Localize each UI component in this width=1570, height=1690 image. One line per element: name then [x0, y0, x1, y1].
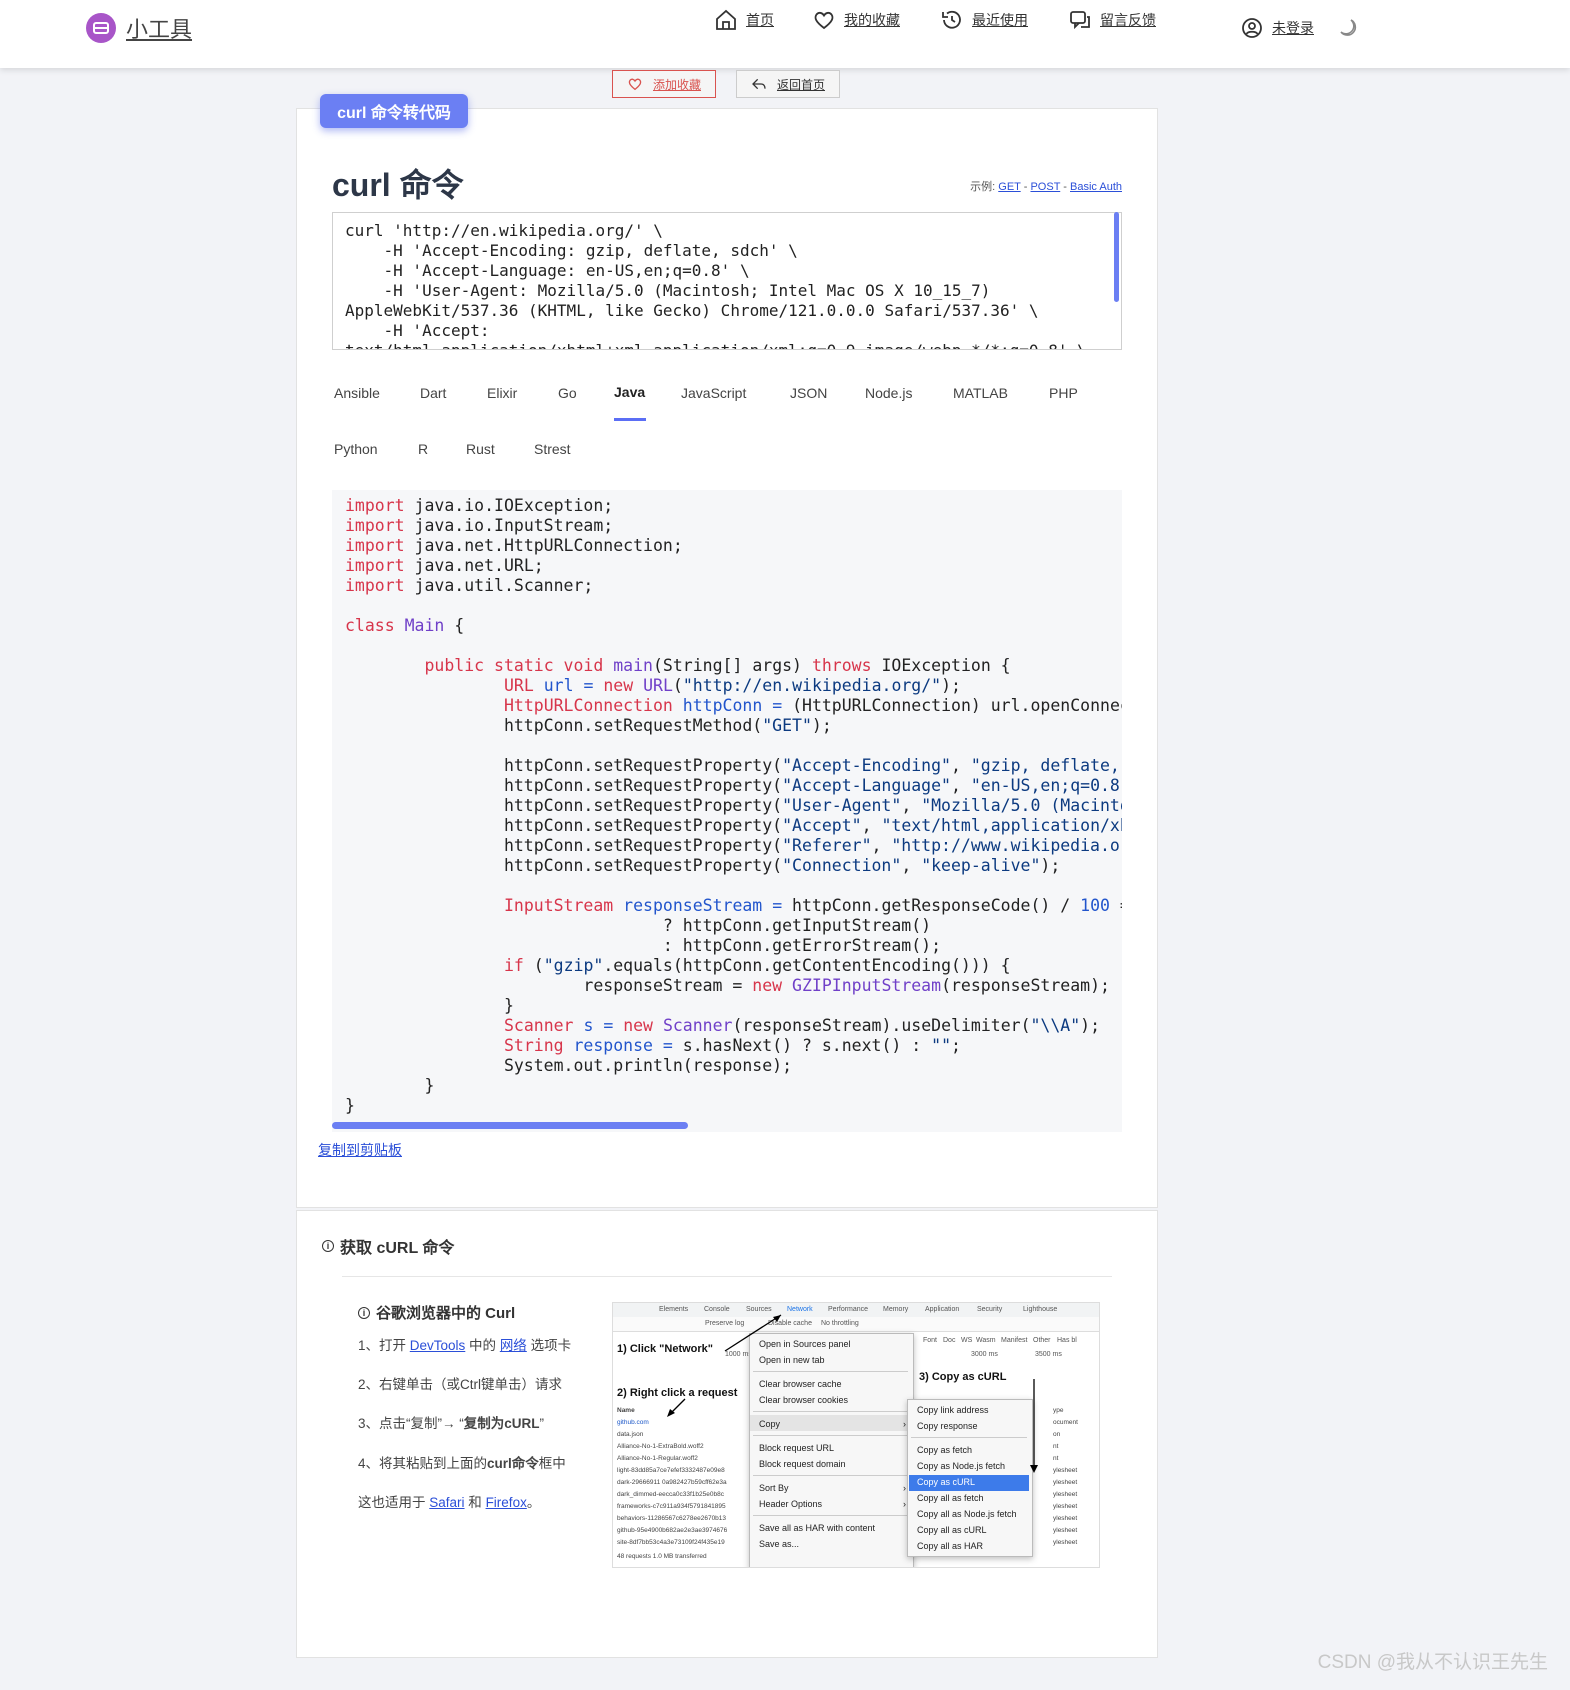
step-3: 3、点击“复制”→ “复制为cURL”	[358, 1412, 544, 1432]
step-1-text-a: 1、打开	[358, 1338, 410, 1353]
tab-go[interactable]: Go	[558, 385, 577, 401]
user-icon	[1242, 18, 1262, 38]
annotation-arrows	[667, 1314, 1038, 1473]
heart-icon	[814, 11, 834, 30]
safari-link[interactable]: Safari	[429, 1495, 464, 1510]
active-tab-indicator	[614, 418, 646, 421]
step-3-text-b: ”	[539, 1416, 545, 1431]
example-post-link[interactable]: POST	[1030, 181, 1060, 193]
step-4-bold: curl命令	[487, 1456, 539, 1471]
step-1: 1、打开 DevTools 中的 网络 选项卡	[358, 1334, 571, 1354]
tab-rust[interactable]: Rust	[466, 441, 495, 457]
home-icon	[716, 9, 736, 30]
heart-icon	[628, 78, 642, 91]
step-1-text-c: 选项卡	[526, 1338, 572, 1353]
firefox-link[interactable]: Firefox	[486, 1495, 527, 1510]
tab-matlab[interactable]: MATLAB	[953, 385, 1008, 401]
toolbox-icon	[86, 13, 116, 43]
feedback-icon	[1070, 11, 1090, 30]
tab-javascript[interactable]: JavaScript	[681, 385, 746, 401]
curl-input-scrollbar[interactable]	[1114, 212, 1119, 302]
copy-to-clipboard-link[interactable]: 复制到剪贴板	[318, 1140, 402, 1160]
tab-java[interactable]: Java	[614, 384, 645, 400]
back-arrow-icon	[752, 78, 766, 90]
tab-dart[interactable]: Dart	[420, 385, 446, 401]
nav-favorites-label[interactable]: 我的收藏	[844, 10, 900, 30]
site-title[interactable]: 小工具	[126, 12, 192, 44]
network-link[interactable]: 网络	[500, 1338, 527, 1353]
nav-recent[interactable]: 最近使用	[940, 8, 1028, 32]
tab-r[interactable]: R	[418, 441, 428, 457]
info-icon: i	[322, 1240, 334, 1252]
info-icon: i	[358, 1306, 370, 1319]
tab-ansible[interactable]: Ansible	[334, 385, 380, 401]
also-text-b: 和	[464, 1495, 486, 1510]
howto-title: i 获取 cURL 命令	[322, 1234, 454, 1258]
nav-recent-label[interactable]: 最近使用	[972, 10, 1028, 30]
chrome-title-text: 谷歌浏览器中的 Curl	[376, 1305, 516, 1322]
chrome-section-title: i 谷歌浏览器中的 Curl	[358, 1302, 515, 1323]
back-home-button[interactable]: 返回首页	[736, 70, 840, 98]
tab-php[interactable]: PHP	[1049, 385, 1078, 401]
devtools-link[interactable]: DevTools	[410, 1338, 466, 1353]
step-2: 2、右键单击（或Ctrl键单击）请求	[358, 1377, 563, 1392]
step-3-bold: 复制为cURL	[463, 1416, 540, 1431]
moon-icon[interactable]	[1336, 16, 1360, 40]
tab-nodejs[interactable]: Node.js	[865, 385, 912, 401]
howto-title-text: 获取 cURL 命令	[340, 1240, 455, 1257]
step-4-text-b: 框中	[538, 1456, 566, 1471]
curl-input[interactable]: curl 'http://en.wikipedia.org/' \ -H 'Ac…	[332, 212, 1122, 350]
site-logo[interactable]: 小工具	[86, 12, 192, 44]
also-text-c: 。	[526, 1495, 541, 1510]
nav-home[interactable]: 首页	[714, 8, 774, 32]
example-get-link[interactable]: GET	[998, 181, 1020, 193]
top-header: 小工具 首页 我的收藏 最近使用 留言反馈 未登录	[0, 0, 1570, 68]
curl-title: curl 命令	[332, 167, 464, 203]
nav-feedback[interactable]: 留言反馈	[1068, 8, 1156, 32]
step-4: 4、将其粘贴到上面的curl命令框中	[358, 1452, 566, 1472]
history-icon	[942, 10, 961, 29]
login-label[interactable]: 未登录	[1272, 18, 1314, 38]
add-favorite-button[interactable]: 添加收藏	[612, 70, 716, 98]
csdn-watermark: CSDN @我从不认识王先生	[1317, 1652, 1548, 1673]
back-home-label[interactable]: 返回首页	[777, 76, 825, 93]
nav-favorites[interactable]: 我的收藏	[812, 8, 900, 32]
tool-badge: curl 命令转代码	[320, 94, 468, 128]
step-1-text-b: 中的	[465, 1338, 500, 1353]
theme-toggle[interactable]	[1336, 16, 1360, 40]
examples-links: 示例: GET - POST - Basic Auth	[970, 181, 1122, 193]
tab-elixir[interactable]: Elixir	[487, 385, 517, 401]
add-favorite-label[interactable]: 添加收藏	[653, 76, 701, 93]
also-text-a: 这也适用于	[358, 1495, 430, 1510]
examples-prefix: 示例:	[970, 181, 996, 193]
also-works-note: 这也适用于 Safari 和 Firefox。	[358, 1491, 540, 1511]
step-3-text-a: 3、点击“复制”→ “	[358, 1416, 464, 1431]
step-4-text-a: 4、将其粘贴到上面的	[358, 1456, 488, 1471]
example-basic-auth-link[interactable]: Basic Auth	[1070, 181, 1122, 193]
tab-strest[interactable]: Strest	[534, 441, 571, 457]
devtools-screenshot: Elements Console Sources Network Perform…	[612, 1302, 1100, 1568]
tab-python[interactable]: Python	[334, 441, 378, 457]
code-output[interactable]: import java.io.IOException; import java.…	[332, 490, 1122, 1132]
nav-home-label[interactable]: 首页	[746, 10, 774, 30]
login-link[interactable]: 未登录	[1240, 16, 1314, 40]
tab-json[interactable]: JSON	[790, 385, 827, 401]
howto-divider	[342, 1276, 1112, 1277]
nav-feedback-label[interactable]: 留言反馈	[1100, 10, 1156, 30]
code-horizontal-scrollbar[interactable]	[332, 1122, 688, 1129]
